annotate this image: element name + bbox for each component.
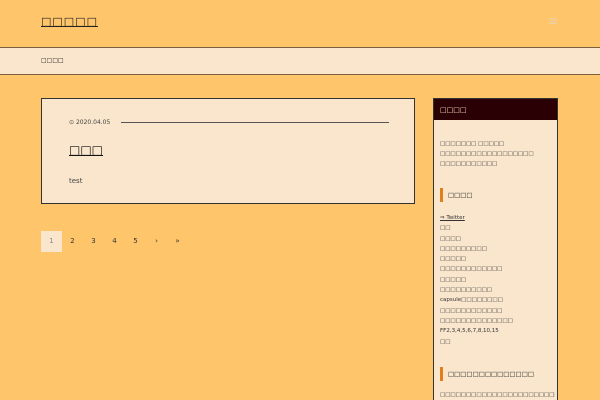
sidebar-header-title: □□□□ — [440, 106, 467, 114]
next-page-icon[interactable]: › — [146, 231, 167, 252]
hamburger-menu-icon[interactable]: ≡ — [548, 14, 558, 28]
profile-line: □□□□□□□ □□□□□ — [440, 141, 505, 147]
link-item[interactable]: capsule□□□□□□□□ — [440, 295, 553, 305]
page-4-link[interactable]: 4 — [104, 231, 125, 252]
page-1-current: 1 — [41, 231, 62, 252]
sidebar-header: □□□□ — [434, 99, 557, 120]
link-item[interactable]: □□□□□□□□□□□□□□ — [440, 316, 553, 326]
link-list: ⇒ Twitter □□ □□□□ □□□□□□□□□ □□□□□ □□□□□□… — [440, 213, 553, 347]
link-item[interactable]: □□□□□□□□□□□□ — [440, 306, 553, 316]
site-title-link[interactable]: □□□□□ — [41, 15, 98, 28]
post-title-link[interactable]: □□□ — [69, 143, 103, 157]
global-nav: □□□□ — [0, 48, 600, 75]
site-header: □□□□□ ≡ — [0, 0, 600, 48]
link-item[interactable]: □□□□ — [440, 234, 553, 244]
profile-line: □□□□□□□□□□□ — [440, 161, 498, 167]
post-card[interactable]: ⊙ 2020.04.05 □□□ test — [41, 98, 415, 204]
page-2-link[interactable]: 2 — [62, 231, 83, 252]
page-5-link[interactable]: 5 — [125, 231, 146, 252]
links-widget-title-text: □□□□ — [448, 191, 473, 199]
pagination: 1 2 3 4 5 › » — [41, 231, 188, 252]
post-excerpt: test — [69, 177, 83, 185]
link-twitter[interactable]: ⇒ Twitter — [440, 213, 553, 223]
link-item[interactable]: FF2,3,4,5,6,7,8,10,15 — [440, 326, 553, 336]
profile-text: □□□□□□□ □□□□□ □□□□□□□□□□□□□□□□□□ □□□□□□□… — [440, 139, 552, 169]
sidebar: □□□□ □□□□□□□ □□□□□ □□□□□□□□□□□□□□□□□□ □□… — [433, 98, 558, 400]
link-item[interactable]: □□ — [440, 337, 553, 347]
nav-item-home[interactable]: □□□□ — [41, 57, 64, 64]
link-item[interactable]: □□□□□ — [440, 254, 553, 264]
post-date-text: 2020.04.05 — [75, 119, 111, 126]
recent-post-link[interactable]: □□□□□□□□□□□□□□□□□□□□□□□□□□□ — [440, 392, 555, 398]
last-page-icon[interactable]: » — [167, 231, 188, 252]
link-item[interactable]: □□□□□□□□□ — [440, 244, 553, 254]
profile-line: □□□□□□□□□□□□□□□□□□ — [440, 151, 534, 157]
link-item[interactable]: □□□□□□□□□□ — [440, 285, 553, 295]
recent-widget-title: □□□□□□□□□□□□□□ — [440, 367, 553, 381]
link-item[interactable]: □□ — [440, 223, 553, 233]
link-item[interactable]: □□□□□□□□□□□□ — [440, 264, 553, 274]
recent-widget-title-text: □□□□□□□□□□□□□□ — [448, 370, 534, 378]
page-3-link[interactable]: 3 — [83, 231, 104, 252]
date-divider — [121, 122, 389, 123]
link-item[interactable]: □□□□□ — [440, 275, 553, 285]
links-widget-title: □□□□ — [440, 188, 553, 202]
post-date: ⊙ 2020.04.05 — [69, 119, 110, 126]
clock-icon: ⊙ — [69, 119, 75, 126]
